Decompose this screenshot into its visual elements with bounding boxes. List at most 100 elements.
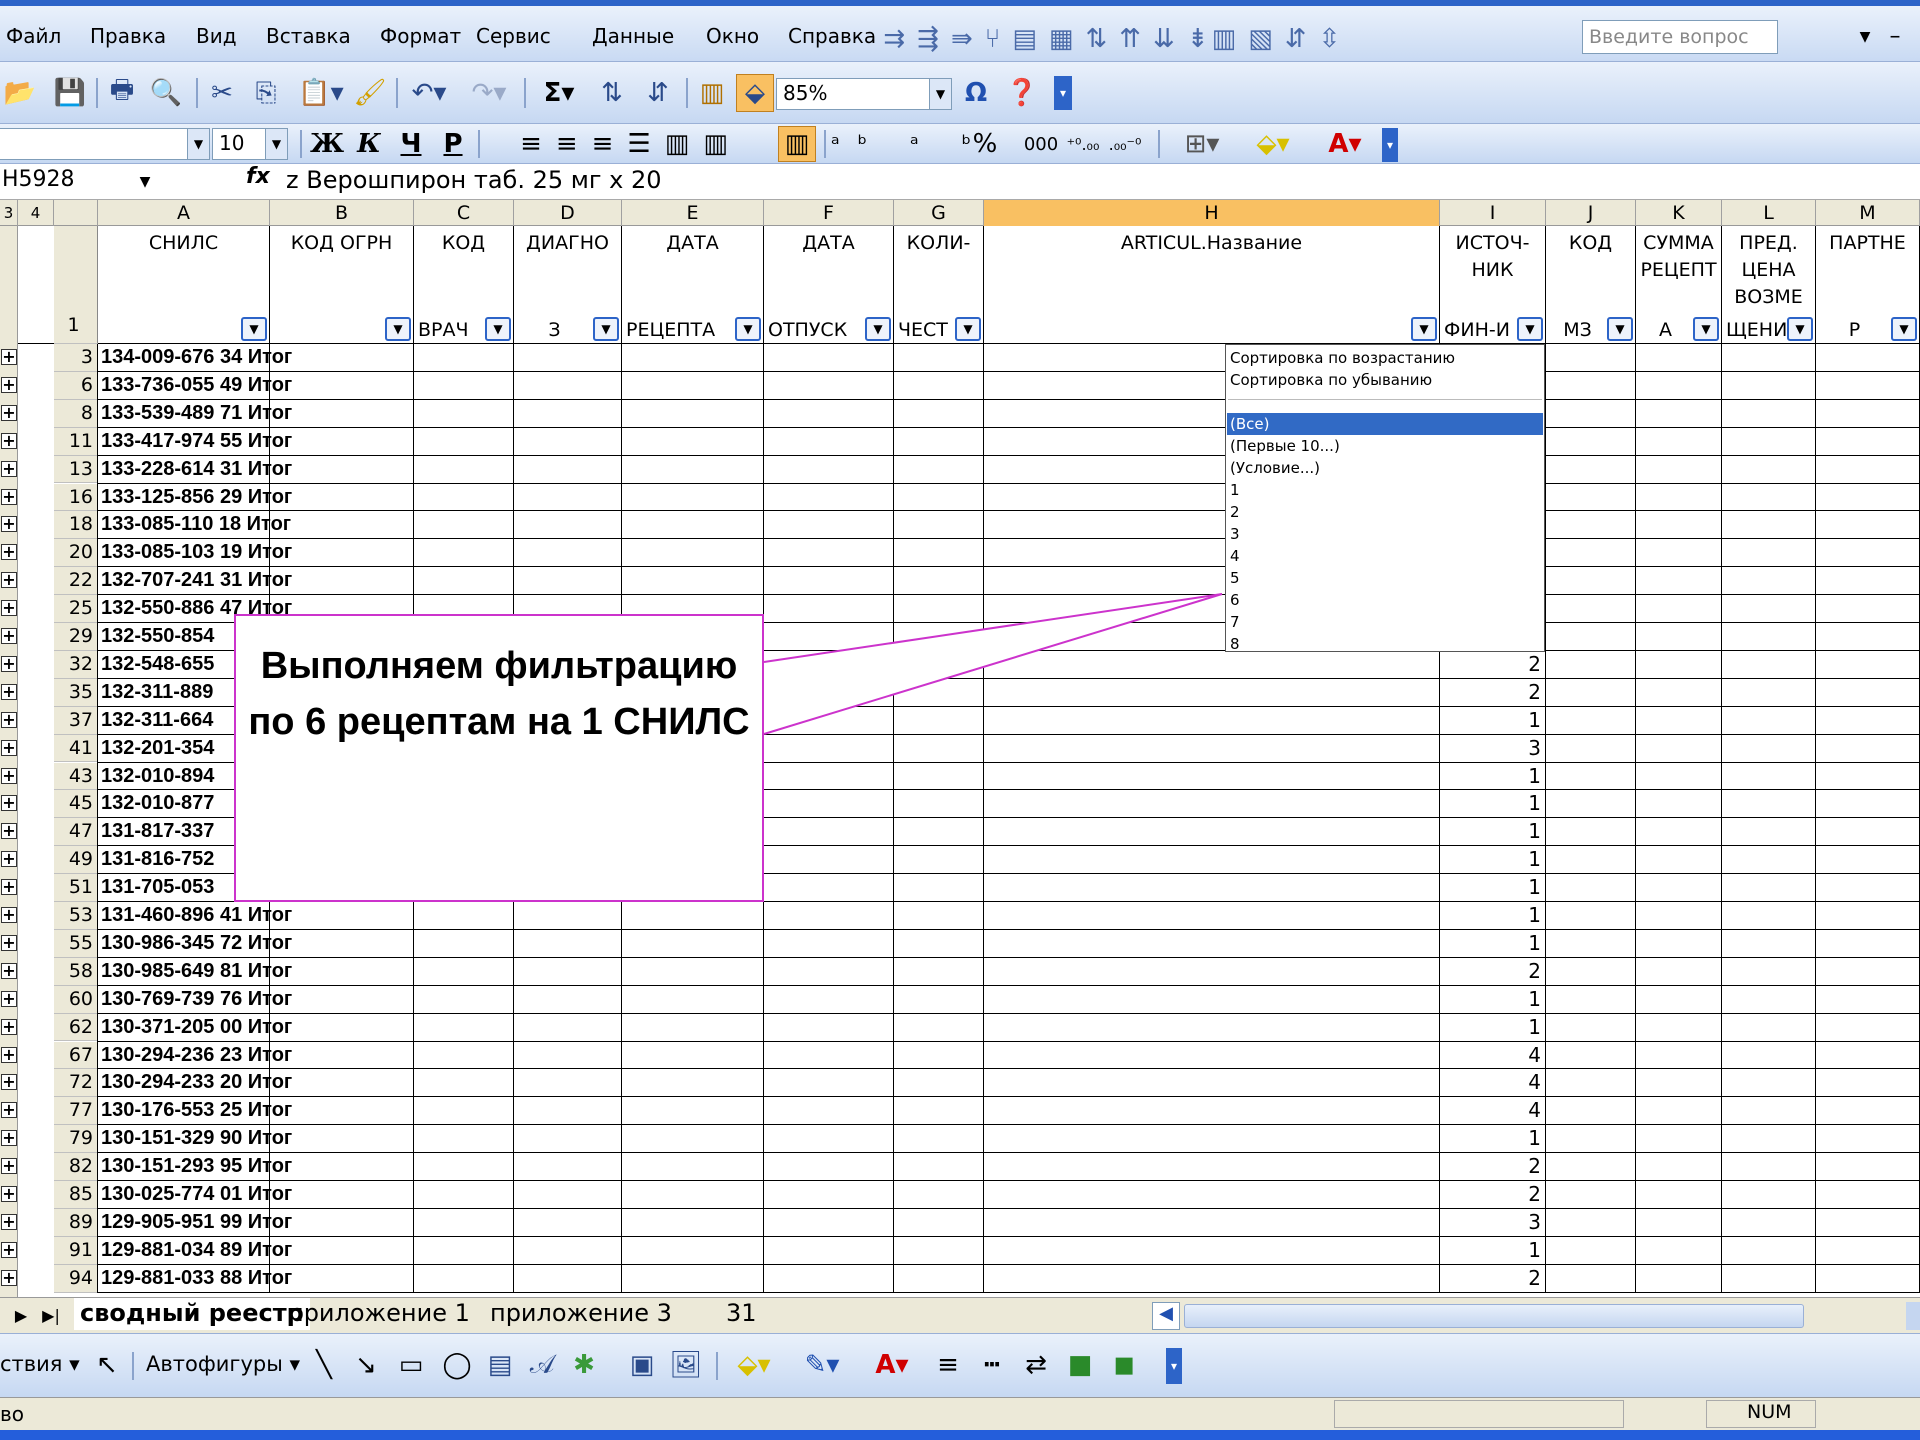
undo-icon[interactable]: ↶▾ xyxy=(404,76,454,110)
filter-value-item[interactable]: 4 xyxy=(1230,545,1240,567)
filter-value-item[interactable]: 1 xyxy=(1230,479,1240,501)
select-objects-icon[interactable]: ↖ xyxy=(92,1348,122,1382)
italic-icon[interactable]: К xyxy=(352,128,386,160)
draw-font-color-icon[interactable]: A▾ xyxy=(864,1348,920,1382)
form-tools-icons[interactable]: ⇉⇶⇛⑂▤▦⇅⇈⇊⇟ xyxy=(883,24,1208,54)
decrease-decimal-icon[interactable]: .₀₀⁻⁰ xyxy=(1108,128,1142,160)
thousands-icon[interactable]: 000 xyxy=(1024,128,1058,160)
name-box-dropdown-icon[interactable]: ▼ xyxy=(134,168,156,196)
zoom-select[interactable]: 85% ▼ xyxy=(776,78,952,110)
menu-item-8[interactable]: Справка xyxy=(788,24,876,48)
filter-top10-item[interactable]: (Первые 10...) xyxy=(1230,435,1340,457)
horizontal-scrollbar[interactable] xyxy=(1184,1304,1804,1328)
status-text: во xyxy=(0,1402,25,1426)
open-folder-icon[interactable]: 📂 xyxy=(4,76,36,110)
autosum-icon[interactable]: Σ▾ xyxy=(534,76,584,110)
menu-item-2[interactable]: Вид xyxy=(196,24,237,48)
filter-value-item[interactable]: 5 xyxy=(1230,567,1240,589)
drawing-toolbar-options-icon[interactable]: ▾ xyxy=(1166,1348,1182,1384)
help-icon[interactable]: ❓ xyxy=(1006,76,1038,110)
double-underline-icon[interactable]: Р xyxy=(436,128,470,160)
picture-icon[interactable]: 🖼 xyxy=(670,1348,703,1382)
borders-icon[interactable]: ⊞▾ xyxy=(1172,128,1232,160)
dash-style-icon[interactable]: ┅ xyxy=(976,1348,1008,1382)
draw-fill-color-icon[interactable]: ⬙▾ xyxy=(726,1348,782,1382)
font-color-icon[interactable]: A▾ xyxy=(1312,128,1378,160)
menu-item-4[interactable]: Формат xyxy=(380,24,461,48)
format-painter-icon[interactable]: 🖌 xyxy=(354,76,387,110)
callout-box: Выполняем фильтрацию по 6 рецептам на 1 … xyxy=(234,614,764,902)
text-direction-icons[interactable]: ᵃᵇ ᵃ ᵇ xyxy=(830,128,990,160)
scroll-left-icon[interactable]: ◀ xyxy=(1152,1302,1180,1330)
wordart-icon[interactable]: 𝒜 xyxy=(526,1348,558,1382)
menu-item-0[interactable]: Файл xyxy=(6,24,61,48)
increase-decimal-icon[interactable]: ⁺⁰.₀₀ xyxy=(1066,128,1100,160)
sheet-tab[interactable]: 31 xyxy=(720,1298,763,1330)
last-sheet-icon[interactable]: ▶| xyxy=(40,1302,62,1328)
formula-input[interactable]: z Верошпирон таб. 25 мг x 20 xyxy=(286,166,662,194)
chart-wizard-icon[interactable]: ▥ xyxy=(694,76,730,110)
paste-icon[interactable]: 📋▾ xyxy=(296,76,346,110)
minimize-icon[interactable]: – xyxy=(1884,22,1906,50)
line-icon[interactable]: ╲ xyxy=(308,1348,340,1382)
scroll-right-icon[interactable] xyxy=(1906,1302,1920,1330)
filter-condition-item[interactable]: (Условие...) xyxy=(1230,457,1320,479)
diagram-icon[interactable]: ✱ xyxy=(568,1348,600,1382)
alignment-icons[interactable]: ≡≡≡☰▥▥ xyxy=(486,128,776,160)
copy-icon[interactable]: ⎘ xyxy=(250,76,282,110)
line-color-icon[interactable]: ✎▾ xyxy=(794,1348,850,1382)
fill-color-icon[interactable]: ⬙▾ xyxy=(1240,128,1306,160)
filter-value-item[interactable]: 3 xyxy=(1230,523,1240,545)
shadow-icon[interactable]: ■ xyxy=(1064,1348,1096,1382)
filter-all-item[interactable]: (Все) xyxy=(1227,413,1543,435)
redo-icon[interactable]: ↷▾ xyxy=(464,76,514,110)
sheet-tab[interactable]: сводный реестр xyxy=(74,1298,310,1330)
sort-ascending-icon[interactable]: ⇅ xyxy=(594,76,630,110)
percent-icon[interactable]: % xyxy=(970,128,1000,160)
sort-descending-icon[interactable]: ⇵ xyxy=(640,76,676,110)
filter-value-item[interactable]: 6 xyxy=(1230,589,1240,611)
underline-icon[interactable]: Ч xyxy=(394,128,428,160)
filter-value-item[interactable]: 2 xyxy=(1230,501,1240,523)
bold-icon[interactable]: Ж xyxy=(310,128,344,160)
filter-value-item[interactable]: 8 xyxy=(1230,633,1240,655)
distributed-align-icon[interactable]: ▥ xyxy=(778,126,816,162)
filter-value-item[interactable]: 7 xyxy=(1230,611,1240,633)
textbox-icon[interactable]: ▤ xyxy=(484,1348,516,1382)
oval-icon[interactable]: ◯ xyxy=(440,1348,474,1382)
omega-icon[interactable]: Ω xyxy=(960,76,992,110)
menu-item-3[interactable]: Вставка xyxy=(266,24,351,48)
sheet-tab[interactable]: приложение 1 xyxy=(282,1298,476,1330)
actions-menu[interactable]: ствия ▾ xyxy=(0,1352,80,1376)
menu-item-5[interactable]: Сервис xyxy=(476,24,551,48)
arrow-icon[interactable]: ↘ xyxy=(350,1348,382,1382)
toolbar-options-icon[interactable]: ▾ xyxy=(1054,76,1072,110)
drawing-icon[interactable]: ⬙ xyxy=(736,74,774,112)
sort-descending-item[interactable]: Сортировка по убыванию xyxy=(1230,369,1432,391)
insert-function-icon[interactable]: fx xyxy=(246,164,270,189)
print-preview-icon[interactable]: 🔍 xyxy=(150,76,182,110)
arrow-style-icon[interactable]: ⇄ xyxy=(1020,1348,1052,1382)
next-sheet-icon[interactable]: ▶ xyxy=(10,1302,32,1328)
save-icon[interactable]: 💾 xyxy=(54,76,86,110)
sort-ascending-item[interactable]: Сортировка по возрастанию xyxy=(1230,347,1455,369)
clipart-icon[interactable]: ▣ xyxy=(626,1348,658,1382)
menu-item-7[interactable]: Окно xyxy=(706,24,759,48)
3d-icon[interactable]: ◼ xyxy=(1108,1348,1140,1382)
menu-item-1[interactable]: Правка xyxy=(90,24,166,48)
autoshapes-menu[interactable]: Автофигуры ▾ xyxy=(146,1352,300,1376)
cut-icon[interactable]: ✂ xyxy=(206,76,238,110)
line-style-icon[interactable]: ≡ xyxy=(932,1348,964,1382)
font-name-select[interactable]: ▼ xyxy=(0,128,210,160)
rectangle-icon[interactable]: ▭ xyxy=(394,1348,428,1382)
print-icon[interactable]: 🖶 xyxy=(106,75,138,110)
ask-question-input[interactable]: Введите вопрос xyxy=(1582,20,1778,54)
list-tools-icons[interactable]: ▥▧⇵⇳ xyxy=(1202,24,1362,54)
ask-dropdown-icon[interactable]: ▼ xyxy=(1854,24,1876,50)
worksheet-grid[interactable]: 3 4 ABCDEFGHIJKLM 1 СНИЛС ▼ КОД ОГРН ▼ КОД ВРА… xyxy=(0,200,1920,1297)
autofilter-dropdown[interactable]: Сортировка по возрастанию Сортировка по у… xyxy=(1225,344,1545,655)
menu-item-6[interactable]: Данные xyxy=(592,24,674,48)
sheet-tab[interactable]: приложение 3 xyxy=(484,1298,678,1330)
format-toolbar-options-icon[interactable]: ▾ xyxy=(1382,128,1398,162)
font-size-select[interactable]: 10 ▼ xyxy=(212,128,288,160)
